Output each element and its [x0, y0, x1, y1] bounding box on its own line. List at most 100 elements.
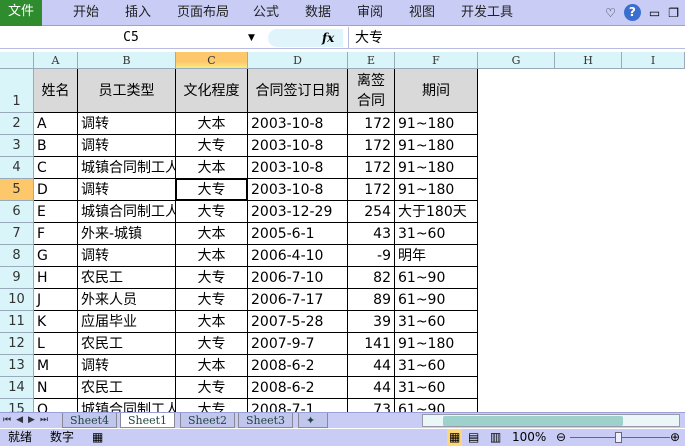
- table-cell[interactable]: 大本: [176, 245, 248, 267]
- header-cell[interactable]: 合同签订日期: [248, 69, 348, 113]
- row-header-6[interactable]: 6: [0, 201, 34, 223]
- zoom-out-icon[interactable]: ⊖: [556, 429, 566, 446]
- header-cell[interactable]: 姓名: [34, 69, 78, 113]
- scroll-thumb[interactable]: [443, 416, 623, 426]
- column-header-f[interactable]: F: [395, 52, 478, 69]
- column-header-b[interactable]: B: [78, 52, 176, 69]
- table-cell[interactable]: 172: [348, 113, 395, 135]
- table-cell[interactable]: 外来-城镇: [78, 223, 176, 245]
- page-break-view-icon[interactable]: ▥: [490, 429, 501, 446]
- table-cell[interactable]: A: [34, 113, 78, 135]
- table-cell[interactable]: 大专: [176, 333, 248, 355]
- table-cell[interactable]: 大专: [176, 377, 248, 399]
- row-header-14[interactable]: 14: [0, 377, 34, 399]
- page-layout-view-icon[interactable]: ▤: [468, 429, 479, 446]
- table-cell[interactable]: 调转: [78, 355, 176, 377]
- table-cell[interactable]: 31~60: [395, 355, 478, 377]
- table-cell[interactable]: 2006-7-17: [248, 289, 348, 311]
- table-cell[interactable]: 调转: [78, 245, 176, 267]
- table-cell[interactable]: 应届毕业: [78, 311, 176, 333]
- header-cell[interactable]: 文化程度: [176, 69, 248, 113]
- table-cell[interactable]: 91~180: [395, 333, 478, 355]
- table-cell[interactable]: 2003-10-8: [248, 157, 348, 179]
- tab-data[interactable]: 数据: [305, 0, 331, 26]
- row-header-8[interactable]: 8: [0, 245, 34, 267]
- table-cell[interactable]: 43: [348, 223, 395, 245]
- table-cell[interactable]: 大专: [176, 179, 248, 201]
- row-header-5[interactable]: 5: [0, 179, 34, 201]
- table-cell[interactable]: 大专: [176, 135, 248, 157]
- table-cell[interactable]: 172: [348, 135, 395, 157]
- name-box[interactable]: C5: [0, 27, 262, 49]
- sheet-tab-sheet3[interactable]: Sheet3: [238, 413, 294, 428]
- table-cell[interactable]: O: [34, 399, 78, 412]
- table-cell[interactable]: 91~180: [395, 179, 478, 201]
- row-header-15[interactable]: 15: [0, 399, 34, 412]
- restore-window-icon[interactable]: ❐: [668, 6, 679, 20]
- row-header-11[interactable]: 11: [0, 311, 34, 333]
- minimize-window-icon[interactable]: ▭: [649, 6, 660, 20]
- table-cell[interactable]: 2007-9-7: [248, 333, 348, 355]
- table-cell[interactable]: 91~180: [395, 135, 478, 157]
- zoom-in-icon[interactable]: ⊕: [670, 429, 680, 446]
- table-cell[interactable]: L: [34, 333, 78, 355]
- table-cell[interactable]: 城镇合同制工人: [78, 201, 176, 223]
- table-cell[interactable]: 大专: [176, 267, 248, 289]
- table-cell[interactable]: 大本: [176, 355, 248, 377]
- header-cell[interactable]: 期间: [395, 69, 478, 113]
- tab-page-layout[interactable]: 页面布局: [177, 0, 229, 26]
- table-cell[interactable]: G: [34, 245, 78, 267]
- zoom-level[interactable]: 100%: [512, 429, 546, 446]
- horizontal-scrollbar[interactable]: [422, 414, 680, 427]
- tab-insert[interactable]: 插入: [125, 0, 151, 26]
- table-cell[interactable]: 82: [348, 267, 395, 289]
- table-cell[interactable]: 2003-12-29: [248, 201, 348, 223]
- table-cell[interactable]: 73: [348, 399, 395, 412]
- table-cell[interactable]: 调转: [78, 179, 176, 201]
- table-cell[interactable]: 大于180天: [395, 201, 478, 223]
- table-cell[interactable]: 农民工: [78, 333, 176, 355]
- table-cell[interactable]: 44: [348, 355, 395, 377]
- table-cell[interactable]: M: [34, 355, 78, 377]
- row-header-2[interactable]: 2: [0, 113, 34, 135]
- table-cell[interactable]: 2006-4-10: [248, 245, 348, 267]
- table-cell[interactable]: 172: [348, 179, 395, 201]
- table-cell[interactable]: 大本: [176, 311, 248, 333]
- table-cell[interactable]: 城镇合同制工人: [78, 157, 176, 179]
- row-header-4[interactable]: 4: [0, 157, 34, 179]
- table-cell[interactable]: F: [34, 223, 78, 245]
- macro-record-icon[interactable]: ▦: [92, 429, 103, 446]
- table-cell[interactable]: 外来人员: [78, 289, 176, 311]
- table-cell[interactable]: -9: [348, 245, 395, 267]
- column-header-h[interactable]: H: [555, 52, 622, 69]
- column-header-c[interactable]: C: [176, 52, 248, 69]
- name-box-dropdown-icon[interactable]: ▼: [248, 27, 255, 49]
- table-cell[interactable]: 172: [348, 157, 395, 179]
- table-cell[interactable]: C: [34, 157, 78, 179]
- row-header-9[interactable]: 9: [0, 267, 34, 289]
- sheet-tab-sheet4[interactable]: Sheet4: [62, 413, 118, 428]
- table-cell[interactable]: 大专: [176, 289, 248, 311]
- row-header-10[interactable]: 10: [0, 289, 34, 311]
- table-cell[interactable]: K: [34, 311, 78, 333]
- table-cell[interactable]: 农民工: [78, 267, 176, 289]
- column-header-i[interactable]: I: [622, 52, 685, 69]
- table-cell[interactable]: 2008-7-1: [248, 399, 348, 412]
- header-cell[interactable]: 离签 合同: [348, 69, 395, 113]
- table-cell[interactable]: 2003-10-8: [248, 135, 348, 157]
- minimize-ribbon-icon[interactable]: ♡: [605, 6, 616, 20]
- column-header-g[interactable]: G: [478, 52, 555, 69]
- sheet-tab-sheet2[interactable]: Sheet2: [180, 413, 236, 428]
- normal-view-icon[interactable]: ▦: [447, 429, 463, 446]
- table-cell[interactable]: 39: [348, 311, 395, 333]
- table-cell[interactable]: 2007-5-28: [248, 311, 348, 333]
- insert-function-icon[interactable]: fx: [322, 27, 334, 49]
- column-header-a[interactable]: A: [34, 52, 78, 69]
- table-cell[interactable]: 调转: [78, 135, 176, 157]
- table-cell[interactable]: 调转: [78, 113, 176, 135]
- table-cell[interactable]: 61~90: [395, 267, 478, 289]
- table-cell[interactable]: 89: [348, 289, 395, 311]
- table-cell[interactable]: E: [34, 201, 78, 223]
- table-cell[interactable]: 91~180: [395, 113, 478, 135]
- table-cell[interactable]: 城镇合同制工人: [78, 399, 176, 412]
